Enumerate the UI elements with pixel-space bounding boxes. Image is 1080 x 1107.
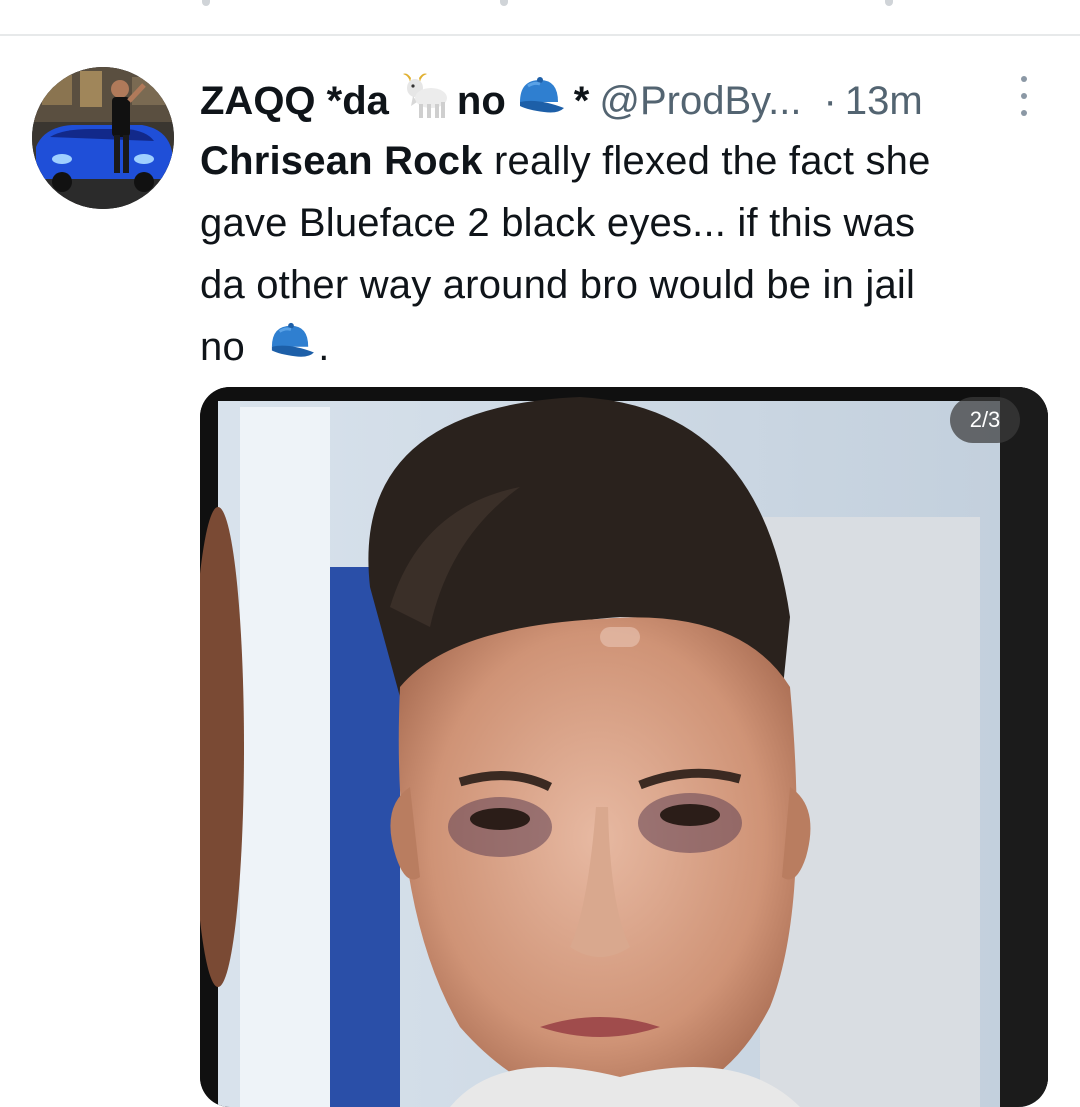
previous-tweet-remnant	[885, 0, 893, 6]
tweet-line: da other way around bro would be in jail	[200, 263, 916, 307]
previous-tweet-remnant	[202, 0, 210, 6]
tweet-line: Chrisean Rock really flexed the fact she	[200, 130, 1050, 192]
mention-name: Chrisean Rock	[200, 139, 483, 183]
previous-tweet-remnant	[500, 0, 508, 6]
avatar-image	[32, 67, 174, 209]
tweet-line-text: really flexed the fact she	[482, 139, 931, 183]
tweet-media-image[interactable]	[200, 387, 1048, 1107]
display-name-part[interactable]: no	[457, 79, 506, 124]
blue-cap-icon	[266, 318, 316, 380]
more-vertical-icon[interactable]	[1014, 76, 1034, 116]
tweet-line: gave Blueface 2 black eyes... if this wa…	[200, 201, 916, 245]
user-handle[interactable]: @ProdBy...	[599, 79, 801, 124]
tweet-divider	[0, 34, 1080, 36]
separator-dot: ·	[823, 78, 837, 123]
tweet-header: ZAQQ *da no * @ProdBy... · 13m	[200, 72, 923, 130]
timestamp[interactable]: 13m	[845, 79, 923, 124]
tweet-line-text: no	[200, 325, 245, 369]
blue-cap-icon	[514, 74, 566, 128]
display-name-part[interactable]: *	[574, 79, 590, 124]
tweet-line-text: .	[318, 325, 330, 369]
tweet-text: Chrisean Rock really flexed the fact she…	[200, 130, 1050, 380]
tweet-line: no .	[200, 316, 1050, 380]
display-name[interactable]: ZAQQ *da	[200, 79, 389, 124]
media-counter-badge: 2/3	[950, 397, 1020, 443]
avatar[interactable]	[32, 67, 174, 209]
goat-icon	[397, 72, 449, 130]
